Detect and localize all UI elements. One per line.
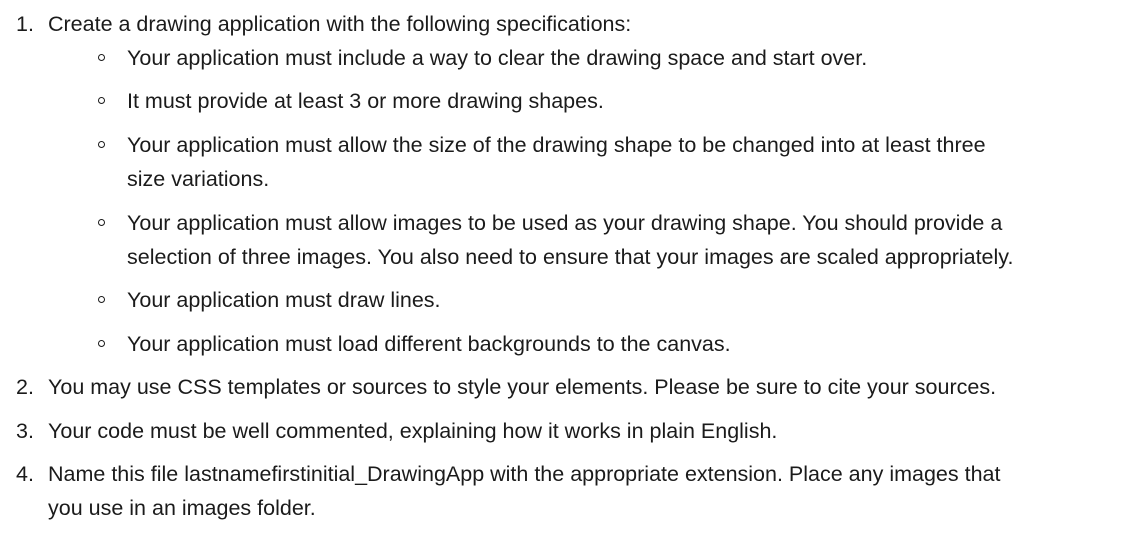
circle-bullet-icon bbox=[98, 219, 105, 226]
list-item-text: Your code must be well commented, explai… bbox=[48, 419, 778, 443]
list-item-number: 4. bbox=[16, 462, 34, 486]
sub-list-item-5: Your application must draw lines. bbox=[0, 283, 1136, 317]
sub-list-item-3: Your application must allow the size of … bbox=[0, 128, 1136, 196]
list-item-text-line-2: you use in an images folder. bbox=[48, 496, 316, 520]
sub-list-item-4: Your application must allow images to be… bbox=[0, 206, 1136, 274]
assignment-document: 1. Create a drawing application with the… bbox=[0, 0, 1136, 546]
sub-list-item-text-line-2: size variations. bbox=[127, 167, 270, 191]
circle-bullet-icon bbox=[98, 340, 105, 347]
sub-list-item-text: It must provide at least 3 or more drawi… bbox=[127, 89, 604, 113]
sub-list-item-text: Your application must load different bac… bbox=[127, 332, 731, 356]
list-item-number: 3. bbox=[16, 419, 34, 443]
list-item-text: Create a drawing application with the fo… bbox=[48, 12, 632, 36]
sub-list-item-text: Your application must include a way to c… bbox=[127, 46, 868, 70]
circle-bullet-icon bbox=[98, 296, 105, 303]
list-item-number: 1. bbox=[16, 12, 34, 36]
sub-list-item-text-line-1: Your application must allow images to be… bbox=[127, 211, 1003, 235]
sub-list-item-2: It must provide at least 3 or more drawi… bbox=[0, 84, 1136, 118]
sub-list-item-text-line-2: selection of three images. You also need… bbox=[127, 245, 1014, 269]
circle-bullet-icon bbox=[98, 54, 105, 61]
list-item-number: 2. bbox=[16, 375, 34, 399]
sub-list-item-1: Your application must include a way to c… bbox=[0, 41, 1136, 75]
sub-list-item-text: Your application must draw lines. bbox=[127, 288, 441, 312]
sub-list-item-6: Your application must load different bac… bbox=[0, 327, 1136, 361]
circle-bullet-icon bbox=[98, 97, 105, 104]
circle-bullet-icon bbox=[98, 141, 105, 148]
list-item-text-line-1: Name this file lastnamefirstinitial_Draw… bbox=[48, 462, 1001, 486]
sub-list-item-text-line-1: Your application must allow the size of … bbox=[127, 133, 986, 157]
list-item-text: You may use CSS templates or sources to … bbox=[48, 375, 997, 399]
